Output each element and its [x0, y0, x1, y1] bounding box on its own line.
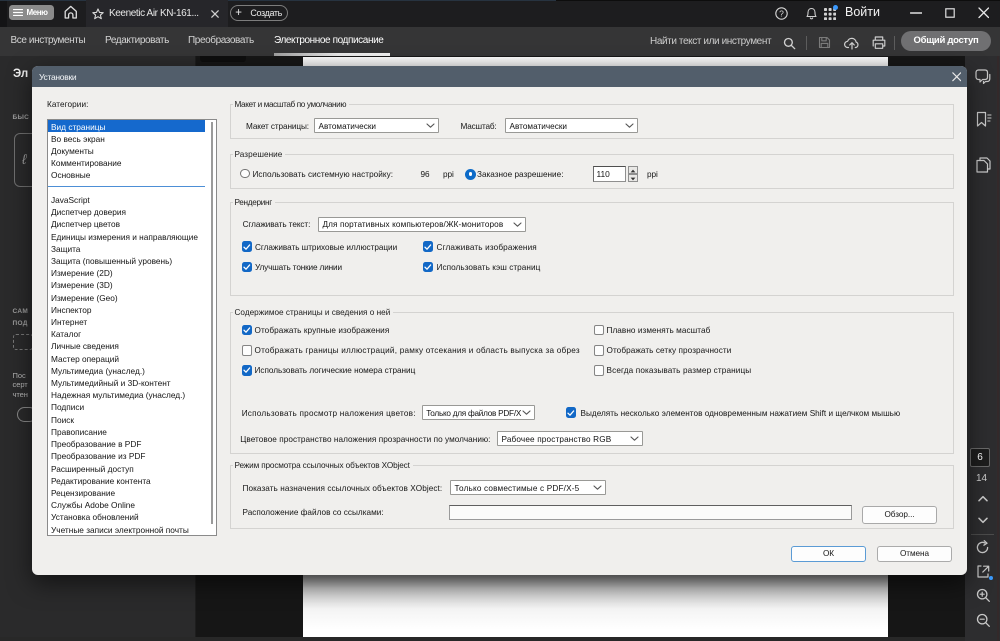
svg-text:?: ? — [779, 8, 784, 18]
